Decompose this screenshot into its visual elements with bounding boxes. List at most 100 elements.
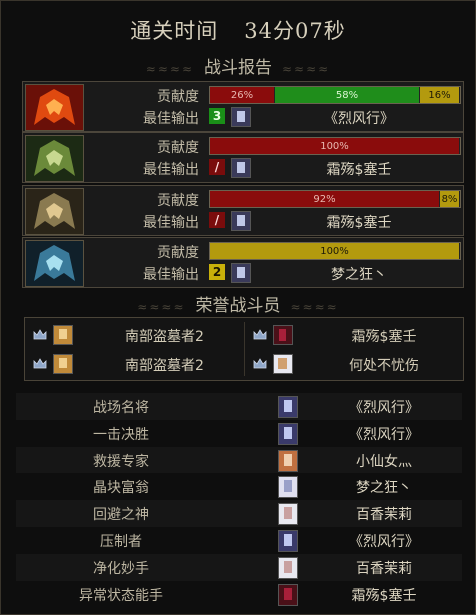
blue-helmet-portrait-icon: [25, 240, 84, 287]
battle-report-title: 战斗报告: [204, 58, 272, 78]
contribution-label: 贡献度: [157, 193, 199, 209]
character-thumb-icon: [278, 583, 298, 606]
ornament-right-icon: ≈≈≈≈: [282, 62, 331, 76]
honor-player-name: 南部盗墓者2: [125, 329, 204, 345]
honor-item[interactable]: 何处不忧伤: [245, 350, 463, 378]
award-name: 战场名将: [93, 400, 149, 416]
rank-badge: 2: [209, 264, 225, 280]
award-name: 救援专家: [93, 453, 149, 470]
award-player-name: 《烈风行》: [349, 400, 419, 416]
best-output-name: 霜殇$塞壬: [326, 162, 392, 178]
character-thumb-icon: [231, 158, 251, 178]
character-thumb-icon: [278, 503, 298, 526]
red-helmet-portrait-icon: [25, 84, 84, 131]
character-thumb-icon: [231, 107, 251, 127]
honor-player-name: 南部盗墓者2: [125, 358, 204, 374]
contribution-label: 贡献度: [157, 89, 199, 105]
character-thumb-icon: [231, 263, 251, 283]
contribution-bar: 100%: [209, 242, 461, 260]
crown-icon: [253, 358, 267, 369]
battle-result-panel: 通关时间 34分07秒 ≈≈≈≈ 战斗报告 ≈≈≈≈ 贡献度 最佳输出 26% 58% 1…: [0, 0, 476, 615]
crown-icon: [33, 329, 47, 340]
best-output-row: 3 《烈风行》: [209, 107, 459, 127]
clear-time-label: 通关时间: [130, 19, 219, 43]
character-thumb-icon: [278, 476, 298, 499]
best-output-row: / 霜殇$塞壬: [209, 211, 459, 231]
battle-report-heading: ≈≈≈≈ 战斗报告 ≈≈≈≈: [1, 53, 475, 78]
award-name: 一击决胜: [93, 426, 149, 443]
best-output-row: / 霜殇$塞壬: [209, 158, 459, 178]
honor-fighters-heading: ≈≈≈≈ 荣誉战斗员 ≈≈≈≈: [1, 291, 475, 316]
contribution-segment: 8%: [440, 191, 460, 207]
character-thumb-icon: [53, 325, 73, 345]
award-row[interactable]: 回避之神 百香茉莉: [16, 500, 462, 527]
award-player-name: 梦之狂丶: [356, 480, 412, 497]
contribution-segment: 26%: [210, 87, 275, 103]
green-helmet-portrait-icon: [25, 135, 84, 182]
character-thumb-icon: [278, 422, 298, 445]
crown-icon: [253, 329, 267, 340]
award-player-name: 《烈风行》: [349, 426, 419, 443]
best-output-label: 最佳输出: [143, 267, 199, 283]
best-output-row: 2 梦之狂丶: [209, 263, 459, 283]
contribution-segment: 58%: [275, 87, 420, 103]
honor-player-name: 何处不忧伤: [349, 358, 419, 374]
contribution-bar: 100%: [209, 137, 461, 155]
contribution-label: 贡献度: [157, 245, 199, 261]
character-thumb-icon: [231, 211, 251, 231]
best-output-label: 最佳输出: [143, 162, 199, 178]
character-thumb-icon: [278, 449, 298, 472]
award-player-name: 百香茉莉: [356, 560, 412, 577]
character-thumb-icon: [278, 556, 298, 579]
honor-item[interactable]: 霜殇$塞壬: [245, 321, 463, 349]
award-row[interactable]: 异常状态能手 霜殇$塞壬: [16, 581, 462, 608]
honor-fighters-title: 荣誉战斗员: [195, 296, 281, 316]
contribution-segment: 100%: [210, 243, 460, 259]
clear-time-value: 34分07秒: [244, 19, 346, 43]
ornament-left-icon: ≈≈≈≈: [145, 62, 194, 76]
best-output-name: 霜殇$塞壬: [326, 215, 392, 231]
character-thumb-icon: [278, 529, 298, 552]
contribution-bar: 92% 8%: [209, 190, 461, 208]
award-name: 回避之神: [93, 507, 149, 524]
player-row[interactable]: 贡献度 最佳输出 100% 2 梦之狂丶: [22, 237, 464, 288]
clear-time-title: 通关时间 34分07秒: [1, 15, 475, 45]
award-row[interactable]: 一击决胜 《烈风行》: [16, 420, 462, 447]
ornament-right-icon: ≈≈≈≈: [290, 300, 339, 314]
honor-item[interactable]: 南部盗墓者2: [25, 321, 244, 349]
crown-icon: [33, 358, 47, 369]
award-row[interactable]: 压制者 《烈风行》: [16, 527, 462, 554]
award-name: 晶块富翁: [93, 480, 149, 497]
award-name: 压制者: [100, 533, 142, 550]
award-row[interactable]: 救援专家 小仙女灬: [16, 446, 462, 474]
contribution-label: 贡献度: [157, 140, 199, 156]
award-name: 净化妙手: [93, 560, 149, 577]
player-row[interactable]: 贡献度 最佳输出 100% / 霜殇$塞壬: [22, 132, 464, 183]
contribution-segment: 16%: [420, 87, 460, 103]
best-output-name: 《烈风行》: [324, 111, 394, 127]
honor-item[interactable]: 南部盗墓者2: [25, 350, 244, 378]
character-thumb-icon: [278, 396, 298, 418]
player-row[interactable]: 贡献度 最佳输出 26% 58% 16% 3 《烈风行》: [22, 81, 464, 132]
award-player-name: 小仙女灬: [356, 453, 412, 470]
awards-list: 战场名将 《烈风行》 一击决胜 《烈风行》 救援专家 小仙女灬 晶块富翁 梦之狂…: [16, 393, 462, 607]
award-player-name: 《烈风行》: [349, 533, 419, 550]
best-output-label: 最佳输出: [143, 111, 199, 127]
award-row[interactable]: 净化妙手 百香茉莉: [16, 553, 462, 581]
character-thumb-icon: [53, 354, 73, 374]
award-row[interactable]: 战场名将 《烈风行》: [16, 393, 462, 420]
award-name: 异常状态能手: [79, 587, 163, 604]
rank-badge: /: [209, 212, 225, 228]
award-player-name: 霜殇$塞壬: [351, 587, 417, 604]
ornament-left-icon: ≈≈≈≈: [137, 300, 186, 314]
honor-fighters-box: 南部盗墓者2 霜殇$塞壬 南部盗墓者2 何处不忧伤: [24, 317, 464, 381]
honor-player-name: 霜殇$塞壬: [351, 329, 417, 345]
contribution-bar: 26% 58% 16%: [209, 86, 461, 104]
best-output-name: 梦之狂丶: [331, 267, 387, 283]
award-row[interactable]: 晶块富翁 梦之狂丶: [16, 473, 462, 500]
contribution-segment: 100%: [210, 138, 460, 154]
best-output-label: 最佳输出: [143, 215, 199, 231]
player-row[interactable]: 贡献度 最佳输出 92% 8% / 霜殇$塞壬: [22, 185, 464, 236]
gold-helmet-portrait-icon: [25, 188, 84, 235]
award-player-name: 百香茉莉: [356, 507, 412, 524]
